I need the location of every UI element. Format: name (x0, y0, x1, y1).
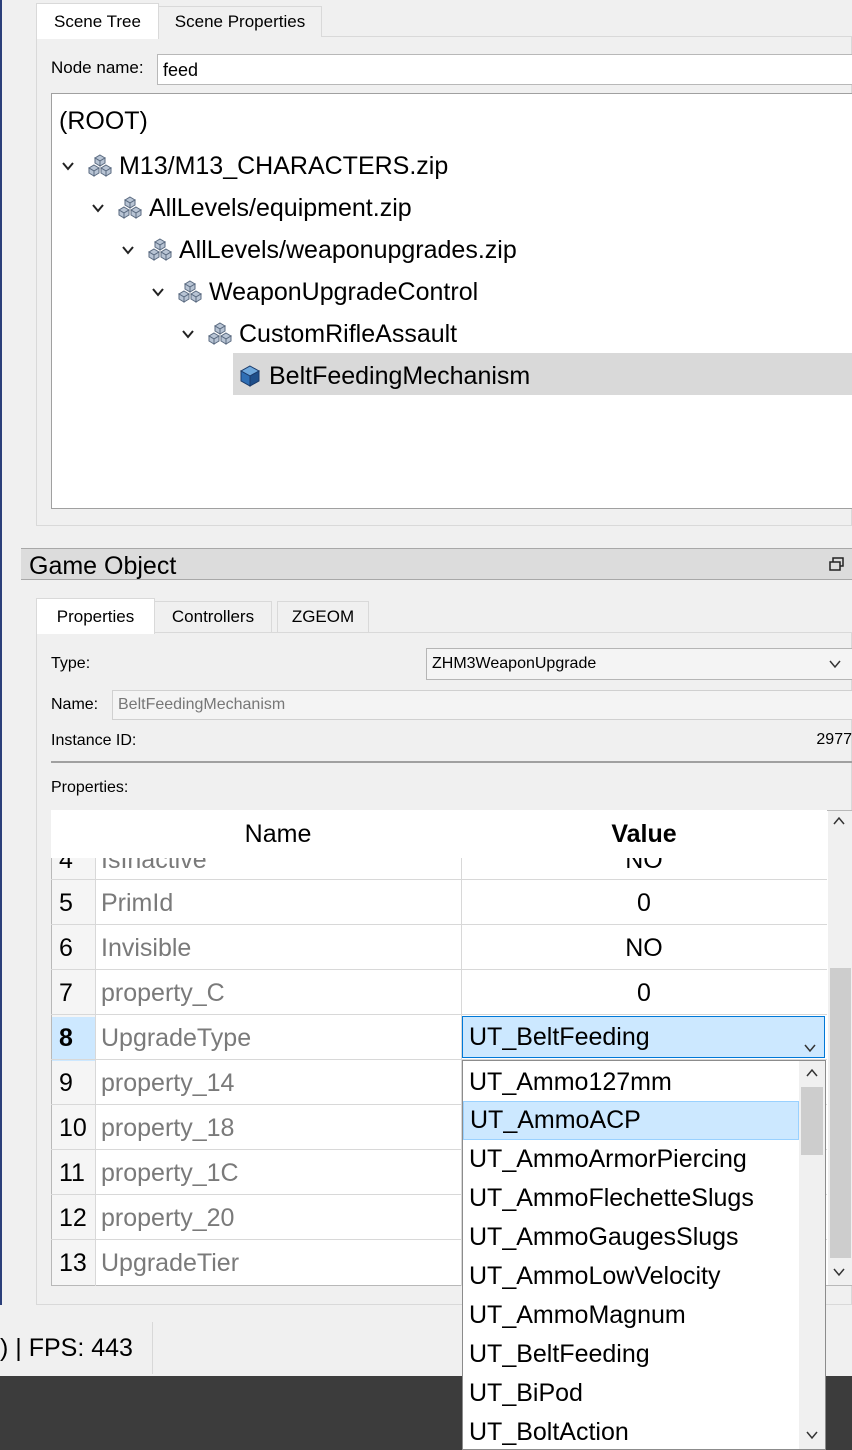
property-name: PrimId (101, 889, 174, 917)
tab-controllers[interactable]: Controllers (154, 601, 272, 632)
status-fps: ) | FPS: 443 (0, 1334, 133, 1362)
dropdown-option[interactable]: UT_AmmoLowVelocity (463, 1257, 799, 1296)
scroll-up-icon[interactable] (806, 1068, 818, 1078)
table-scrollbar-thumb[interactable] (830, 968, 851, 1258)
property-name: property_18 (101, 1114, 235, 1142)
property-name: UpgradeTier (101, 1249, 240, 1277)
row-number: 5 (59, 889, 73, 917)
tree-node-m13-characters[interactable]: M13/M13_CHARACTERS.zip (61, 145, 448, 187)
dropdown-scrollbar-thumb[interactable] (801, 1087, 823, 1155)
float-window-icon[interactable] (828, 556, 846, 572)
upgrade-type-combobox[interactable]: UT_BeltFeeding (462, 1016, 825, 1058)
chevron-down-icon[interactable] (121, 243, 135, 257)
tree-node-weaponupgradecontrol[interactable]: WeaponUpgradeControl (151, 271, 478, 313)
property-name: property_14 (101, 1069, 235, 1097)
type-select-value: ZHM3WeaponUpgrade (432, 655, 597, 672)
property-name: UpgradeType (101, 1024, 252, 1052)
chevron-down-icon[interactable] (151, 285, 165, 299)
chevron-down-icon (829, 657, 841, 675)
tab-scene-tree[interactable]: Scene Tree (36, 3, 159, 39)
column-header-name[interactable]: Name (95, 810, 461, 858)
tab-properties[interactable]: Properties (36, 598, 155, 634)
row-number: 10 (59, 1114, 87, 1142)
tree-node-root[interactable]: (ROOT) (59, 100, 148, 142)
dropdown-option[interactable]: UT_AmmoArmorPiercing (463, 1140, 799, 1179)
property-value[interactable]: 0 (462, 971, 826, 1016)
property-value[interactable]: NO (462, 926, 826, 971)
property-name: property_20 (101, 1204, 235, 1232)
tree-node-label: BeltFeedingMechanism (269, 361, 531, 390)
property-value[interactable]: 0 (462, 881, 826, 926)
table-header: Name Value (51, 810, 827, 858)
property-name: property_1C (101, 1159, 239, 1187)
node-name-label: Node name: (51, 58, 144, 77)
dropdown-option[interactable]: UT_BiPod (463, 1374, 799, 1413)
cubes-icon (147, 237, 173, 263)
property-name: Invisible (101, 934, 192, 962)
type-select[interactable]: ZHM3WeaponUpgrade (426, 648, 852, 680)
dropdown-option[interactable]: UT_BoltAction (463, 1413, 799, 1449)
dropdown-option[interactable]: UT_AmmoGaugesSlugs (463, 1218, 799, 1257)
node-name-input[interactable]: feed (157, 54, 852, 85)
tree-node-equipment[interactable]: AllLevels/equipment.zip (91, 187, 412, 229)
row-number: 6 (59, 934, 73, 962)
tree-node-label: (ROOT) (59, 106, 148, 135)
dropdown-option[interactable]: UT_AmmoFlechetteSlugs (463, 1179, 799, 1218)
name-input[interactable]: BeltFeedingMechanism (112, 690, 852, 720)
scroll-up-icon[interactable] (833, 816, 845, 826)
chevron-down-icon[interactable] (91, 201, 105, 215)
row-number: 7 (59, 979, 73, 1007)
cubes-icon (117, 195, 143, 221)
tree-node-beltfeedingmechanism[interactable]: BeltFeedingMechanism (237, 355, 530, 397)
type-label: Type: (51, 655, 91, 672)
upgrade-type-dropdown-list[interactable]: UT_Ammo127mm UT_AmmoACP UT_AmmoArmorPier… (462, 1060, 826, 1450)
dropdown-option[interactable]: UT_BeltFeeding (463, 1335, 799, 1374)
row-number: 8 (59, 1024, 73, 1052)
row-number: 11 (59, 1159, 85, 1187)
dropdown-option[interactable]: UT_Ammo127mm (463, 1063, 799, 1102)
cube-icon (237, 363, 263, 389)
column-divider (95, 810, 96, 1286)
tree-node-label: AllLevels/equipment.zip (149, 193, 412, 222)
properties-label: Properties: (51, 779, 129, 796)
row-number: 9 (59, 1069, 73, 1097)
tree-node-label: CustomRifleAssault (239, 319, 458, 348)
dropdown-option[interactable]: UT_AmmoMagnum (463, 1296, 799, 1335)
chevron-down-icon[interactable] (61, 159, 75, 173)
tab-scene-properties[interactable]: Scene Properties (158, 6, 322, 37)
row-divider (51, 879, 827, 880)
scroll-down-icon[interactable] (806, 1430, 818, 1440)
status-separator (152, 1322, 153, 1374)
row-number: 13 (59, 1249, 87, 1277)
chevron-down-icon (804, 1031, 816, 1060)
tree-node-label: AllLevels/weaponupgrades.zip (179, 235, 517, 264)
window-edge (0, 0, 2, 1305)
tab-zgeom[interactable]: ZGEOM (277, 601, 369, 632)
column-header-value[interactable]: Value (462, 810, 826, 858)
cubes-icon (87, 153, 113, 179)
property-name: property_C (101, 979, 225, 1007)
dropdown-option-highlighted[interactable]: UT_AmmoACP (463, 1101, 799, 1140)
chevron-down-icon[interactable] (181, 327, 195, 341)
instance-id-label: Instance ID: (51, 732, 137, 749)
separator (51, 761, 852, 763)
tree-node-weaponupgrades[interactable]: AllLevels/weaponupgrades.zip (121, 229, 517, 271)
tree-node-label: WeaponUpgradeControl (209, 277, 479, 306)
tree-node-label: M13/M13_CHARACTERS.zip (119, 151, 449, 180)
game-object-title: Game Object (29, 552, 177, 580)
name-label: Name: (51, 696, 99, 713)
scroll-down-icon[interactable] (833, 1267, 845, 1277)
cubes-icon (177, 279, 203, 305)
tree-node-customrifleassault[interactable]: CustomRifleAssault (181, 313, 457, 355)
instance-id-value: 2977 (816, 731, 852, 748)
cubes-icon (207, 321, 233, 347)
row-number: 12 (59, 1204, 87, 1232)
dropdown-scrollbar[interactable] (799, 1061, 825, 1449)
combobox-value: UT_BeltFeeding (469, 1022, 650, 1051)
